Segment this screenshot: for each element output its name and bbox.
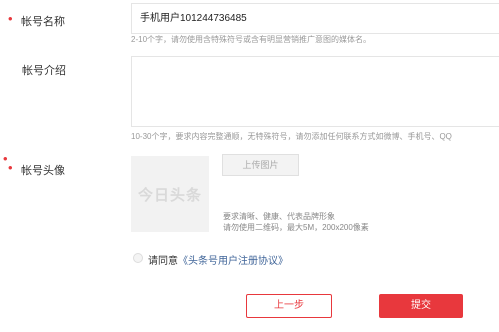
submit-button[interactable]: 提交: [379, 294, 463, 318]
account-name-hint: 2-10个字，请勿使用含特殊符号或含有明显营销推广意图的媒体名。: [131, 35, 372, 44]
required-marker: •: [8, 11, 13, 26]
avatar-placeholder: 今日头条: [131, 156, 209, 232]
agreement-link[interactable]: 《头条号用户注册协议》: [178, 256, 288, 267]
required-marker: •: [3, 151, 8, 166]
account-intro-hint: 10-30个字，要求内容完整通顺，无特殊符号，请勿添加任何联系方式如微博、手机号…: [131, 132, 452, 141]
agreement-radio[interactable]: [133, 253, 143, 263]
avatar-hint-line1: 要求清晰、健康、代表品牌形象: [223, 212, 335, 221]
prev-step-button[interactable]: 上一步: [246, 294, 332, 318]
avatar-hint-line2: 请勿使用二维码，最大5M，200x200像素: [223, 223, 369, 232]
account-name-input[interactable]: 手机用户101244736485: [131, 3, 499, 34]
account-intro-textarea[interactable]: [131, 56, 499, 127]
agreement-text: 请同意《头条号用户注册协议》: [148, 252, 288, 267]
account-intro-label: 帐号介绍: [22, 65, 66, 77]
upload-image-button[interactable]: 上传图片: [222, 154, 299, 176]
agreement-prefix: 请同意: [148, 256, 178, 267]
account-name-label: 帐号名称: [21, 16, 65, 28]
toutiao-logo-watermark: 今日头条: [137, 185, 202, 204]
account-avatar-label: 帐号头像: [21, 165, 65, 177]
required-marker: •: [8, 160, 13, 175]
